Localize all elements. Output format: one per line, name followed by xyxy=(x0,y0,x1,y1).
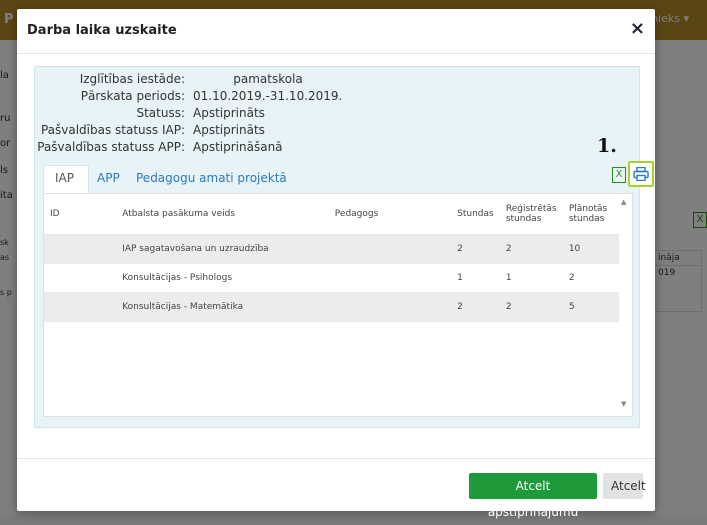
table-cell: 10 xyxy=(562,234,619,264)
column-header[interactable]: ID xyxy=(44,194,117,235)
info-status-app: Pašvaldības statuss APP: Apstiprināšanā xyxy=(35,139,435,156)
modal-footer: Atcelt apstiprinājumu Atcelt xyxy=(17,458,655,519)
info-institution: Izglītības iestāde: pamatskola xyxy=(35,71,435,88)
column-header[interactable]: Pedagogs xyxy=(328,194,452,235)
table-scrollbar[interactable]: ▲ ▼ xyxy=(621,198,629,408)
table-header-row: ID Atbalsta pasākuma veids Pedagogs Stun… xyxy=(44,194,619,235)
scroll-up-icon[interactable]: ▲ xyxy=(621,198,626,206)
table-cell: 2 xyxy=(451,292,500,322)
table-cell xyxy=(44,234,117,264)
column-header[interactable]: Reģistrētās stundas xyxy=(499,194,563,235)
column-header[interactable]: Stundas xyxy=(451,194,500,235)
table-cell xyxy=(328,234,452,264)
table-cell xyxy=(328,263,452,293)
cancel-button[interactable]: Atcelt xyxy=(603,473,646,499)
table-cell: 2 xyxy=(451,234,500,264)
table-row[interactable]: Konsultācijas - Matemātika 2 2 5 xyxy=(44,292,619,322)
info-label: Pašvaldības statuss IAP: xyxy=(40,123,185,137)
step-annotation: 1. xyxy=(597,135,617,157)
tab-bar: IAP APP Pedagogu amati projektā xyxy=(43,165,633,194)
close-icon[interactable]: × xyxy=(630,19,645,39)
info-label: Statuss: xyxy=(136,106,185,120)
modal-title: Darba laika uzskaite xyxy=(27,23,177,38)
report-info: Izglītības iestāde: pamatskola Pārskata p… xyxy=(35,71,435,156)
modal-header: Darba laika uzskaite × xyxy=(17,9,655,54)
table-cell xyxy=(44,292,117,322)
info-status-iap: Pašvaldības statuss IAP: Apstiprināts xyxy=(35,122,435,139)
info-label: Pārskata periods: xyxy=(80,89,185,103)
work-time-modal: Darba laika uzskaite × Izglītības iestād… xyxy=(17,9,655,519)
table-cell: 2 xyxy=(499,292,563,322)
info-status: Statuss: Apstiprināts xyxy=(35,105,435,122)
table-cell: 2 xyxy=(499,234,563,264)
table-cell: 5 xyxy=(562,292,619,322)
tab-pedagogu-amati[interactable]: Pedagogu amati projektā xyxy=(136,171,287,185)
scroll-down-icon[interactable]: ▼ xyxy=(621,400,626,408)
report-panel: Izglītības iestāde: pamatskola Pārskata p… xyxy=(34,66,654,428)
table-cell: 1 xyxy=(499,263,563,293)
info-label: Izglītības iestāde: xyxy=(79,72,185,86)
info-value: 01.10.2019.-31.10.2019. xyxy=(193,89,343,103)
table-cell: 2 xyxy=(562,263,619,293)
column-header[interactable]: Atbalsta pasākuma veids xyxy=(116,194,329,235)
table-cell xyxy=(328,292,452,322)
info-value: Apstiprināšanā xyxy=(193,140,283,154)
info-value: pamatskola xyxy=(233,72,303,86)
table-row[interactable]: Konsultācijas - Psihologs 1 1 2 xyxy=(44,263,619,293)
activities-table: ID Atbalsta pasākuma veids Pedagogs Stun… xyxy=(43,193,633,417)
cancel-approval-button[interactable]: Atcelt apstiprinājumu xyxy=(469,473,597,519)
info-period: Pārskata periods: 01.10.2019.-31.10.2019. xyxy=(35,88,435,105)
table-cell: Konsultācijas - Psihologs xyxy=(116,263,329,293)
column-header[interactable]: Plānotās stundas xyxy=(562,194,619,235)
tab-iap[interactable]: IAP xyxy=(55,171,74,185)
table-cell xyxy=(44,263,117,293)
info-value: Apstiprināts xyxy=(193,123,265,137)
printer-glyph xyxy=(633,167,649,181)
info-value: Apstiprināts xyxy=(193,106,265,120)
info-label: Pašvaldības statuss APP: xyxy=(37,140,185,154)
tab-app[interactable]: APP xyxy=(97,171,120,185)
table-cell: IAP sagatavošana un uzraudzība xyxy=(116,234,329,264)
table-cell: Konsultācijas - Matemātika xyxy=(116,292,329,322)
table-row[interactable]: IAP sagatavošana un uzraudzība 2 2 10 xyxy=(44,234,619,264)
table-cell: 1 xyxy=(451,263,500,293)
